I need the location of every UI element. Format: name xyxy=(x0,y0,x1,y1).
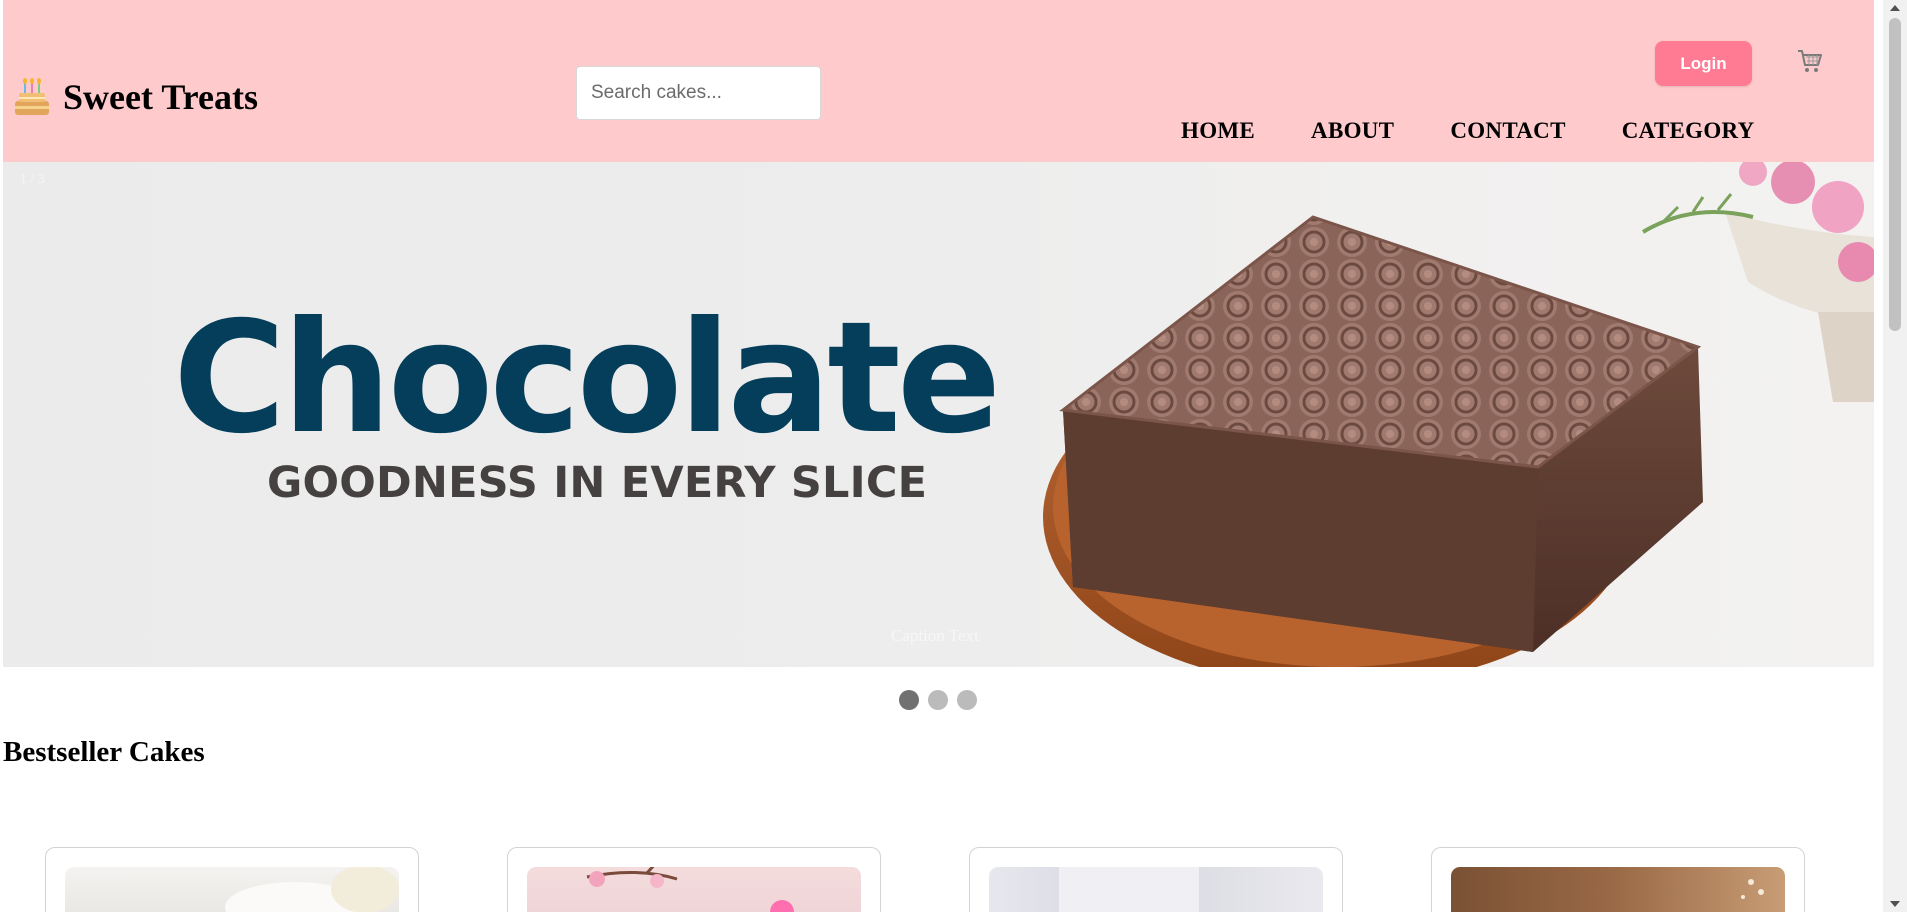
scroll-up-arrow-icon[interactable] xyxy=(1890,5,1900,11)
hero-title: Chocolate xyxy=(173,289,1001,468)
product-card[interactable] xyxy=(45,847,419,912)
bestseller-heading: Bestseller Cakes xyxy=(3,736,205,768)
hero-slideshow[interactable]: 1 / 3 Chocolate GOODNESS IN EVERY SLICE … xyxy=(3,162,1874,667)
slide-dots xyxy=(899,690,977,710)
cart-icon[interactable] xyxy=(1796,47,1824,75)
hero-subtitle: GOODNESS IN EVERY SLICE xyxy=(267,458,928,508)
slide-dot-1[interactable] xyxy=(899,690,919,710)
slide-number: 1 / 3 xyxy=(20,172,45,187)
product-image xyxy=(989,867,1323,912)
login-button[interactable]: Login xyxy=(1655,41,1752,86)
slide-dot-3[interactable] xyxy=(957,690,977,710)
product-image xyxy=(65,867,399,912)
main-nav: HOME ABOUT CONTACT CATEGORY xyxy=(1181,118,1811,144)
scroll-thumb[interactable] xyxy=(1889,18,1901,331)
site-header: Sweet Treats Login HOME ABOUT CONTACT CA… xyxy=(3,0,1874,162)
nav-about[interactable]: ABOUT xyxy=(1311,118,1394,144)
product-card[interactable] xyxy=(507,847,881,912)
logo[interactable]: Sweet Treats xyxy=(13,76,258,118)
product-card[interactable] xyxy=(1431,847,1805,912)
product-image xyxy=(527,867,861,912)
slide-caption: Caption Text xyxy=(891,626,979,645)
nav-home[interactable]: HOME xyxy=(1181,118,1255,144)
birthday-cake-icon xyxy=(15,78,49,115)
nav-contact[interactable]: CONTACT xyxy=(1450,118,1565,144)
product-card[interactable] xyxy=(969,847,1343,912)
logo-text: Sweet Treats xyxy=(63,77,258,117)
page: Sweet Treats Login HOME ABOUT CONTACT CA… xyxy=(0,0,1874,912)
scroll-down-arrow-icon[interactable] xyxy=(1890,901,1900,907)
nav-category[interactable]: CATEGORY xyxy=(1622,118,1755,144)
vertical-scrollbar[interactable] xyxy=(1883,0,1907,912)
slide-dot-2[interactable] xyxy=(928,690,948,710)
search-input[interactable] xyxy=(576,66,821,120)
product-image xyxy=(1451,867,1785,912)
